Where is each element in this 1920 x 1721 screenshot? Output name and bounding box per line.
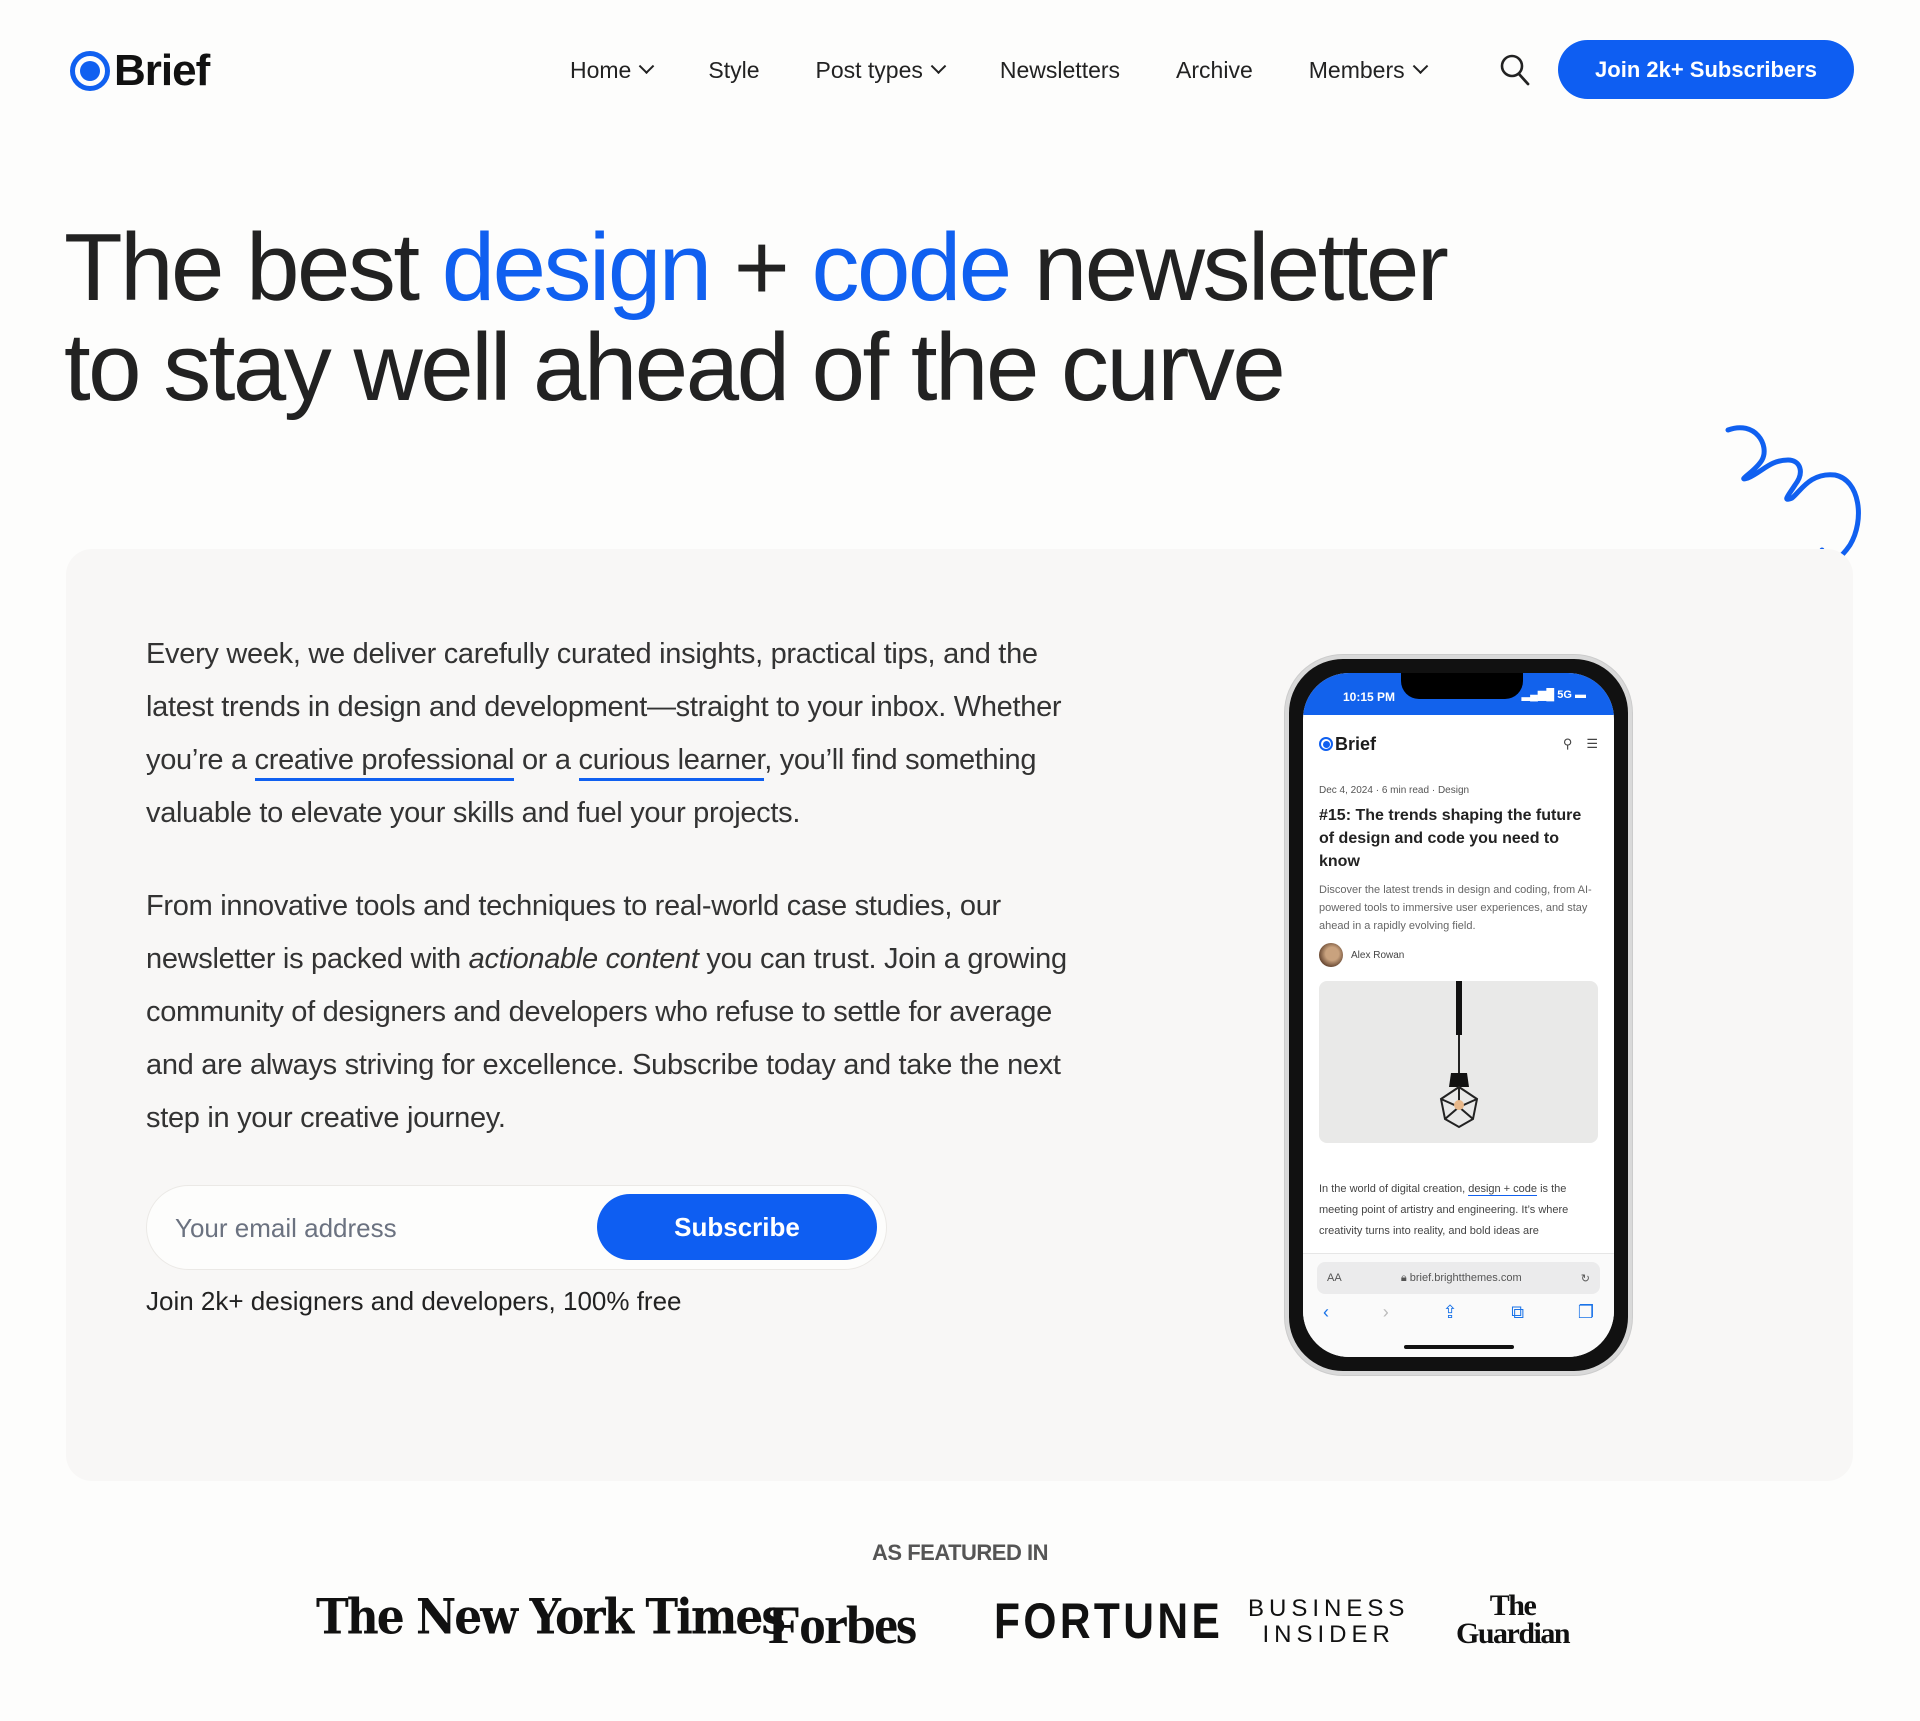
chevron-down-icon [930,57,947,74]
nav-members-label: Members [1308,56,1405,83]
post-author: Alex Rowan [1303,935,1614,967]
chevron-down-icon [639,57,655,74]
nav-style[interactable]: Style [708,57,759,84]
hero-text: The best [64,214,442,321]
hero-highlight-code: code [811,214,1013,321]
logo-mark-icon [1319,737,1333,751]
chevron-down-icon [1412,57,1428,74]
status-time: 10:15 PM [1343,690,1396,704]
featured-logos: The New York Times Forbes FORTUNE BUSINE… [0,1588,1920,1658]
main-nav: Home Style Post types Newsletters Archiv… [570,50,1482,90]
mobile-header: Brief ⚲ ☰ [1303,715,1614,759]
bookmarks-icon: ⧉ [1511,1302,1525,1322]
post-body-text: In the world of digital creation, [1319,1183,1469,1195]
site-header: Brief Home Style Post types Newsletters … [0,0,1920,140]
battery-icon: ▬ [1575,689,1586,701]
emphasis-actionable-content: actionable content [468,943,699,975]
search-icon[interactable] [1500,54,1530,86]
lock-icon: 🔒︎ [1400,1271,1410,1284]
link-design-code[interactable]: design + code [1468,1183,1538,1196]
logo-text: Brief [114,46,210,95]
guardian-line-2: Guardian [1456,1617,1571,1650]
subscribe-button[interactable]: Subscribe [597,1194,877,1260]
nav-newsletters-label: Newsletters [999,56,1121,83]
link-creative-professional[interactable]: creative professional [254,744,515,781]
post-meta: Dec 4, 2024 · 6 min read · Design [1319,785,1470,796]
logo-nyt: The New York Times [316,1589,786,1646]
signal-bars-icon: ▂▄▆█ [1521,689,1558,701]
notch [1401,673,1523,699]
post-excerpt: Discover the latest trends in design and… [1319,884,1592,932]
browser-toolbar: AA 🔒︎ brief.brightthemes.com ↻ ‹ › ⇪ ⧉ ❐ [1303,1253,1614,1357]
featured-heading: AS FEATURED IN [872,1540,1048,1565]
menu-icon: ☰ [1586,736,1598,751]
author-avatar [1319,943,1343,967]
join-subscribers-button[interactable]: Join 2k+ Subscribers [1558,40,1854,99]
signal-status: ▂▄▆█ 5G ▬ [1522,688,1586,701]
network-label: 5G [1557,689,1572,701]
phone-mockup: 10:15 PM ▂▄▆█ 5G ▬ Brief ⚲ ☰ Dec 4, 2024 … [1285,655,1632,1375]
nav-home[interactable]: Home [570,56,655,84]
hero-text: newsletter [1009,214,1449,321]
nav-post-types[interactable]: Post types [815,56,947,84]
nav-post-types-label: Post types [815,56,923,83]
post-image-pendant-lamp [1319,981,1598,1143]
nav-members[interactable]: Members [1308,56,1428,84]
subscribe-form: Subscribe [146,1185,887,1270]
logo-guardian: The Guardian [1456,1591,1571,1650]
address-bar[interactable]: AA 🔒︎ brief.brightthemes.com ↻ [1317,1262,1600,1294]
phone-screen: 10:15 PM ▂▄▆█ 5G ▬ Brief ⚲ ☰ Dec 4, 2024 … [1303,673,1614,1357]
hero-text: + [709,214,812,321]
home-indicator [1403,1345,1514,1349]
back-icon: ‹ [1323,1302,1329,1322]
hero-line-2: to stay well ahead of the curve [64,314,1286,421]
logo-fortune: FORTUNE [994,1593,1224,1649]
author-name: Alex Rowan [1351,949,1405,961]
intro-paragraph-2: From innovative tools and techniques to … [146,880,1096,1145]
share-icon: ⇪ [1442,1302,1458,1322]
reader-aa-icon: AA [1327,1272,1342,1284]
nav-archive-label: Archive [1176,56,1253,83]
tabs-icon: ❐ [1577,1302,1594,1322]
bi-line-1: BUSINESS [1248,1595,1410,1622]
hero-highlight-design: design [441,214,712,321]
reload-icon: ↻ [1580,1272,1590,1285]
post-title: #15: The trends shaping the future of de… [1319,807,1582,870]
subscribe-note: Join 2k+ designers and developers, 100% … [146,1286,682,1316]
pendant-lamp-icon [1439,1073,1478,1129]
mobile-logo-text: Brief [1335,733,1377,754]
hero-headline: The best design + code newsletter to sta… [64,218,1449,421]
logo-business-insider: BUSINESS INSIDER [1248,1596,1409,1648]
search-icon: ⚲ [1562,736,1573,751]
status-bar: 10:15 PM ▂▄▆█ 5G ▬ [1303,673,1614,715]
logo-mark-icon [70,51,110,91]
email-input[interactable] [175,1206,575,1250]
forward-icon: › [1382,1302,1389,1322]
logo-forbes: Forbes [768,1595,917,1655]
logo[interactable]: Brief [70,46,210,96]
post-body: In the world of digital creation, design… [1303,1143,1614,1242]
browser-nav: ‹ › ⇪ ⧉ ❐ [1303,1294,1614,1323]
nav-archive[interactable]: Archive [1176,57,1253,84]
nav-style-label: Style [708,56,760,83]
bi-line-2: INSIDER [1262,1621,1395,1648]
url-text: brief.brightthemes.com [1409,1271,1522,1284]
nav-home-label: Home [570,56,632,83]
nav-newsletters[interactable]: Newsletters [1000,57,1120,84]
intro-paragraph-1: Every week, we deliver carefully curated… [146,628,1096,840]
intro-text: or a [514,744,579,776]
link-curious-learner[interactable]: curious learner [578,744,765,781]
